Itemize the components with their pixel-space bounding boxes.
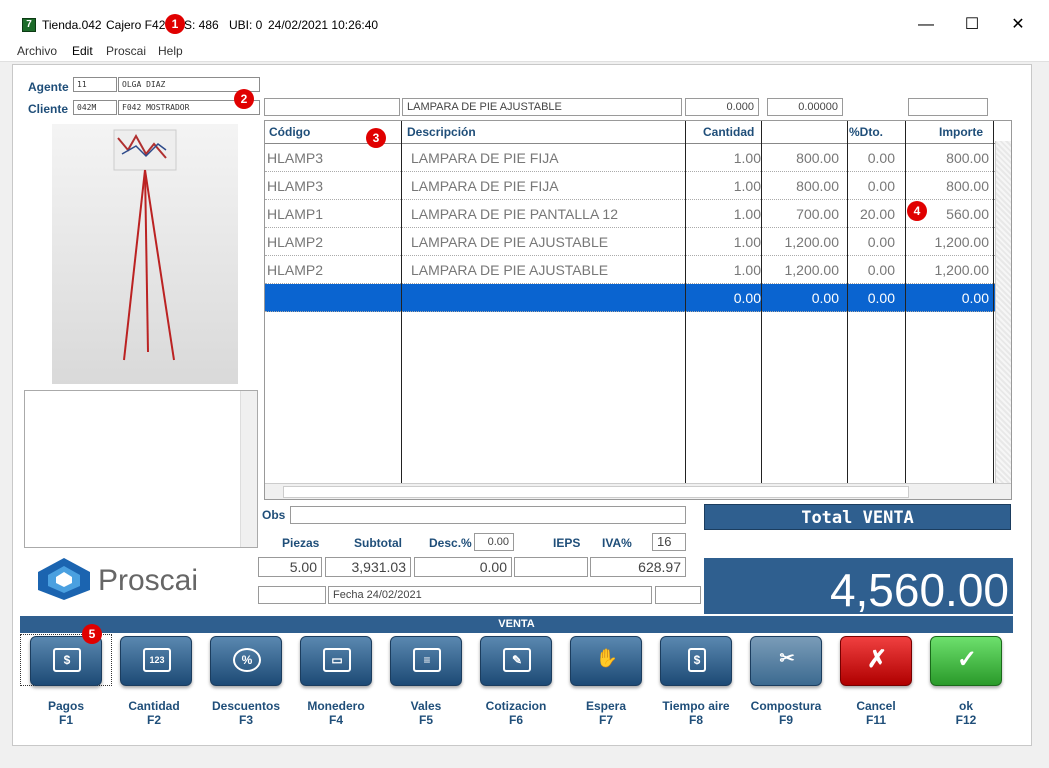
cantidad-label: Cantidad F2	[128, 699, 180, 727]
table-row[interactable]: HLAMP2 LAMPARA DE PIE AJUSTABLE 1.00 1,200…	[265, 256, 995, 284]
cliente-label: Cliente	[28, 102, 69, 116]
scissors-icon: ✂	[779, 648, 795, 668]
cancel-x-icon: ✗	[866, 646, 888, 673]
store-name: Tienda.042	[42, 18, 102, 32]
cliente-code-field[interactable]: 042M	[73, 100, 117, 115]
annotation-badge-5: 5	[82, 624, 102, 644]
cancel-button[interactable]: ✗	[840, 636, 912, 686]
agente-code-field[interactable]: 11	[73, 77, 117, 92]
hand-stop-icon: ✋	[595, 648, 619, 668]
iva-pct-field[interactable]: 16	[652, 533, 686, 551]
annotation-badge-4: 4	[907, 201, 927, 221]
total-label: Total VENTA	[704, 504, 1011, 530]
entry-qty-field[interactable]: 0.000	[685, 98, 759, 116]
descuentos-label: Descuentos F3	[211, 699, 281, 727]
desc-value: 0.00	[414, 557, 512, 577]
venta-bar: VENTA	[20, 616, 1013, 633]
col-cantidad[interactable]: Cantidad	[703, 121, 754, 143]
vales-button[interactable]: ≡	[390, 636, 462, 686]
proscai-logo	[36, 556, 92, 602]
phone-icon: $	[688, 648, 706, 672]
cantidad-button[interactable]: 123	[120, 636, 192, 686]
menu-edit[interactable]: Edit	[72, 44, 93, 58]
cashier-name: Cajero F42	[106, 18, 166, 32]
close-button[interactable]: ✕	[995, 12, 1041, 38]
cotizacion-button[interactable]: ✎	[480, 636, 552, 686]
monedero-label: Monedero F4	[307, 699, 365, 727]
menu-archivo[interactable]: Archivo	[17, 44, 57, 58]
voucher-icon: ≡	[413, 648, 441, 672]
compostura-label: Compostura F9	[750, 699, 822, 727]
notes-scrollbar[interactable]	[240, 391, 257, 547]
ieps-value	[514, 557, 588, 577]
col-codigo[interactable]: Código	[269, 121, 310, 143]
menu-proscai[interactable]: Proscai	[106, 44, 146, 58]
grid-hscroll[interactable]	[265, 483, 1011, 499]
aux-field[interactable]	[258, 586, 326, 604]
table-row[interactable]: HLAMP2 LAMPARA DE PIE AJUSTABLE 1.00 1,200…	[265, 228, 995, 256]
entry-extra-field[interactable]	[908, 98, 988, 116]
percent-icon: %	[233, 648, 261, 672]
logo-text: Proscai	[98, 564, 199, 597]
annotation-badge-1: 1	[165, 14, 185, 34]
tiempo-aire-button[interactable]: $	[660, 636, 732, 686]
entry-price-field[interactable]: 0.00000	[767, 98, 843, 116]
pagos-label: Pagos F1	[47, 699, 84, 727]
col-importe[interactable]: Importe	[939, 121, 983, 143]
entry-code-field[interactable]	[264, 98, 400, 116]
annotation-badge-2: 2	[234, 89, 254, 109]
subtotal-label: Subtotal	[354, 536, 402, 550]
cotizacion-label: Cotizacion F6	[485, 699, 547, 727]
iva-value: 628.97	[590, 557, 686, 577]
espera-label: Espera F7	[585, 699, 627, 727]
calculator-icon: 123	[143, 648, 171, 672]
ieps-label: IEPS	[553, 536, 581, 550]
ok-button[interactable]: ✓	[930, 636, 1002, 686]
piezas-value: 5.00	[258, 557, 322, 577]
items-grid: Código Descripción Cantidad %Dto. Import…	[264, 120, 1012, 500]
notes-area[interactable]	[24, 390, 258, 548]
obs-label: Obs	[262, 508, 286, 522]
total-value: 4,560.00	[704, 558, 1013, 616]
table-row-selected[interactable]: 0.00 0.00 0.00 0.00	[265, 284, 995, 312]
fecha-field[interactable]: Fecha 24/02/2021	[328, 586, 652, 604]
entry-desc-field[interactable]: LAMPARA DE PIE AJUSTABLE	[402, 98, 682, 116]
maximize-button[interactable]: ☐	[949, 12, 995, 38]
cash-icon: $	[53, 648, 81, 672]
checkmark-icon: ✓	[956, 646, 978, 673]
agente-label: Agente	[28, 80, 69, 94]
obs-field[interactable]	[290, 506, 686, 524]
descuentos-button[interactable]: %	[210, 636, 282, 686]
table-row[interactable]: HLAMP3 LAMPARA DE PIE FIJA 1.00 800.00 0.0…	[265, 172, 995, 200]
grid-vscroll[interactable]	[995, 141, 1011, 483]
tiempo-aire-label: Tiempo aire F8	[662, 699, 730, 727]
espera-button[interactable]: ✋	[570, 636, 642, 686]
table-row[interactable]: HLAMP3 LAMPARA DE PIE FIJA 1.00 800.00 0.0…	[265, 144, 995, 172]
iva-label: IVA%	[602, 536, 632, 550]
piezas-label: Piezas	[282, 536, 320, 550]
floor-lamp-icon	[113, 129, 177, 361]
ubi-counter: UBI: 0	[229, 18, 263, 32]
quote-edit-icon: ✎	[503, 648, 531, 672]
aux-field-2[interactable]	[655, 586, 701, 604]
table-row[interactable]: HLAMP1 LAMPARA DE PIE PANTALLA 12 1.00 700…	[265, 200, 995, 228]
menu-help[interactable]: Help	[158, 44, 183, 58]
vales-label: Vales F5	[410, 699, 442, 727]
col-descripcion[interactable]: Descripción	[407, 121, 476, 143]
col-dto[interactable]: %Dto.	[849, 121, 883, 143]
annotation-badge-3: 3	[366, 128, 386, 148]
monedero-button[interactable]: ▭	[300, 636, 372, 686]
product-image	[52, 124, 238, 384]
compostura-button[interactable]: ✂	[750, 636, 822, 686]
cancel-label: Cancel F11	[856, 699, 896, 727]
minimize-button[interactable]: —	[903, 12, 949, 38]
desc-pct-field[interactable]: 0.00	[474, 533, 514, 551]
subtotal-value: 3,931.03	[325, 557, 411, 577]
app-icon: 7	[22, 18, 36, 32]
ok-label: ok F12	[955, 699, 977, 727]
desc-label: Desc.%	[429, 536, 472, 550]
datetime: 24/02/2021 10:26:40	[268, 18, 379, 32]
card-icon: ▭	[323, 648, 351, 672]
